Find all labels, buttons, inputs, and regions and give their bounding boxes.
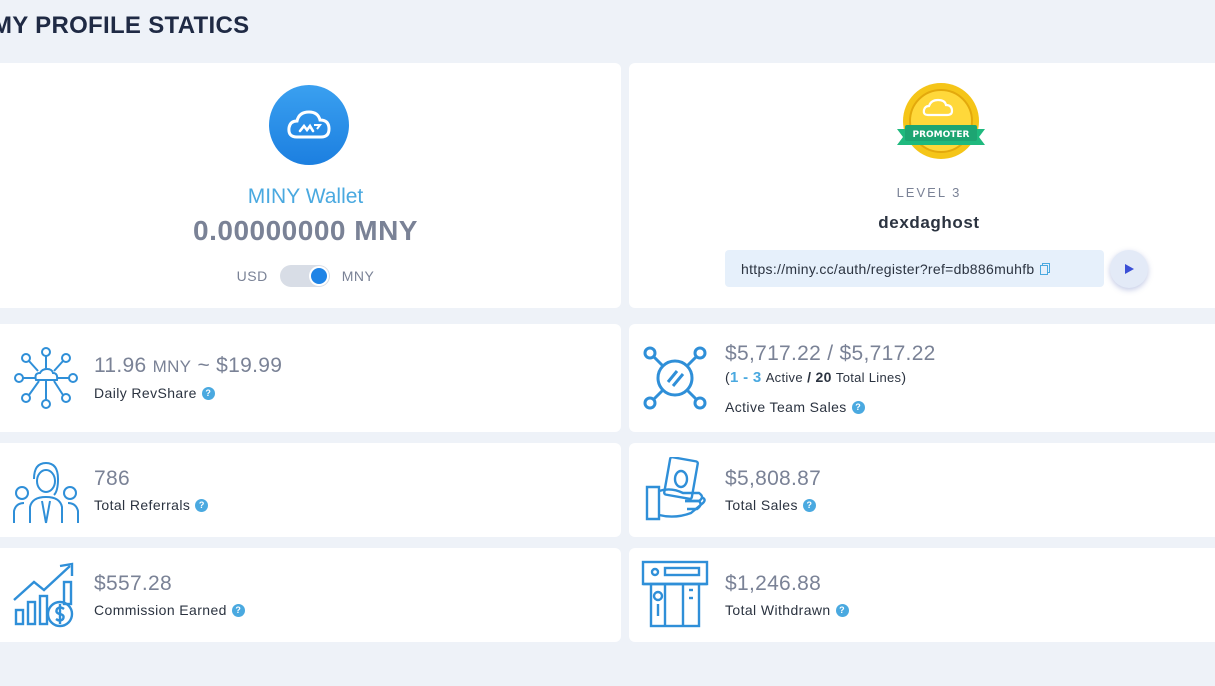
withdrawn-label: Total Withdrawn ? xyxy=(725,602,849,618)
toggle-label-mny: MNY xyxy=(341,268,375,284)
sales-label: Total Sales ? xyxy=(725,497,816,513)
profile-username: dexdaghost xyxy=(878,213,980,232)
referrals-label: Total Referrals ? xyxy=(94,497,209,513)
revshare-card: 11.96 MNY ~ $19.99 Daily RevShare ? xyxy=(0,324,621,432)
hub-icon xyxy=(643,346,707,410)
help-icon[interactable]: ? xyxy=(851,400,865,414)
sales-card: $5,808.87 Total Sales ? xyxy=(629,443,1215,537)
help-icon[interactable]: ? xyxy=(802,498,816,512)
withdrawn-value: $1,246.88 xyxy=(725,572,822,595)
network-nodes-icon xyxy=(14,347,78,409)
commission-value: $557.28 xyxy=(94,572,173,595)
help-icon[interactable]: ? xyxy=(835,603,849,617)
withdrawn-card: $1,246.88 Total Withdrawn ? xyxy=(629,548,1215,642)
play-icon xyxy=(1125,264,1134,274)
toggle-knob xyxy=(310,268,327,284)
help-icon[interactable]: ? xyxy=(195,498,209,512)
page-title: MY PROFILE STATICS xyxy=(0,12,250,39)
currency-toggle-row: USD MNY xyxy=(0,265,621,287)
hand-money-icon xyxy=(645,457,706,521)
help-icon[interactable]: ? xyxy=(231,603,245,617)
share-play-button[interactable] xyxy=(1110,250,1148,288)
promoter-badge-icon: PROMOTER xyxy=(897,83,985,159)
cloud-logo-icon xyxy=(269,85,349,165)
badge-text: PROMOTER xyxy=(912,130,969,140)
referral-link[interactable]: https://miny.cc/auth/register?ref=db886m… xyxy=(741,261,1034,277)
sales-value: $5,808.87 xyxy=(725,467,822,490)
copy-icon[interactable] xyxy=(1040,262,1051,275)
profile-level: LEVEL 3 xyxy=(896,185,962,200)
referrals-card: 786 Total Referrals ? xyxy=(0,443,621,537)
team-sales-value: $5,717.22 / $5,717.22 xyxy=(725,342,936,365)
team-icon xyxy=(13,461,79,524)
wallet-balance: 0.00000000 MNY xyxy=(193,215,418,246)
currency-toggle[interactable] xyxy=(279,265,330,287)
growth-chart-icon xyxy=(13,562,74,628)
commission-card: $557.28 Commission Earned ? xyxy=(0,548,621,642)
referral-link-box[interactable]: https://miny.cc/auth/register?ref=db886m… xyxy=(725,250,1104,287)
profile-card: PROMOTER LEVEL 3 dexdaghost https://miny… xyxy=(629,63,1215,308)
revshare-label: Daily RevShare ? xyxy=(94,385,215,401)
team-sales-label: Active Team Sales ? xyxy=(725,399,865,415)
revshare-value: 11.96 MNY ~ $19.99 xyxy=(94,354,283,377)
atm-icon xyxy=(641,560,709,628)
wallet-name: MINY Wallet xyxy=(247,185,364,208)
referrals-value: 786 xyxy=(94,467,130,490)
team-lines-info: (1 - 3 Active / 20 Total Lines) xyxy=(725,369,907,386)
toggle-label-usd: USD xyxy=(236,268,268,284)
team-sales-card: $5,717.22 / $5,717.22 (1 - 3 Active / 20… xyxy=(629,324,1215,432)
wallet-card: MINY Wallet 0.00000000 MNY USD MNY xyxy=(0,63,621,308)
help-icon[interactable]: ? xyxy=(201,386,215,400)
commission-label: Commission Earned ? xyxy=(94,602,245,618)
